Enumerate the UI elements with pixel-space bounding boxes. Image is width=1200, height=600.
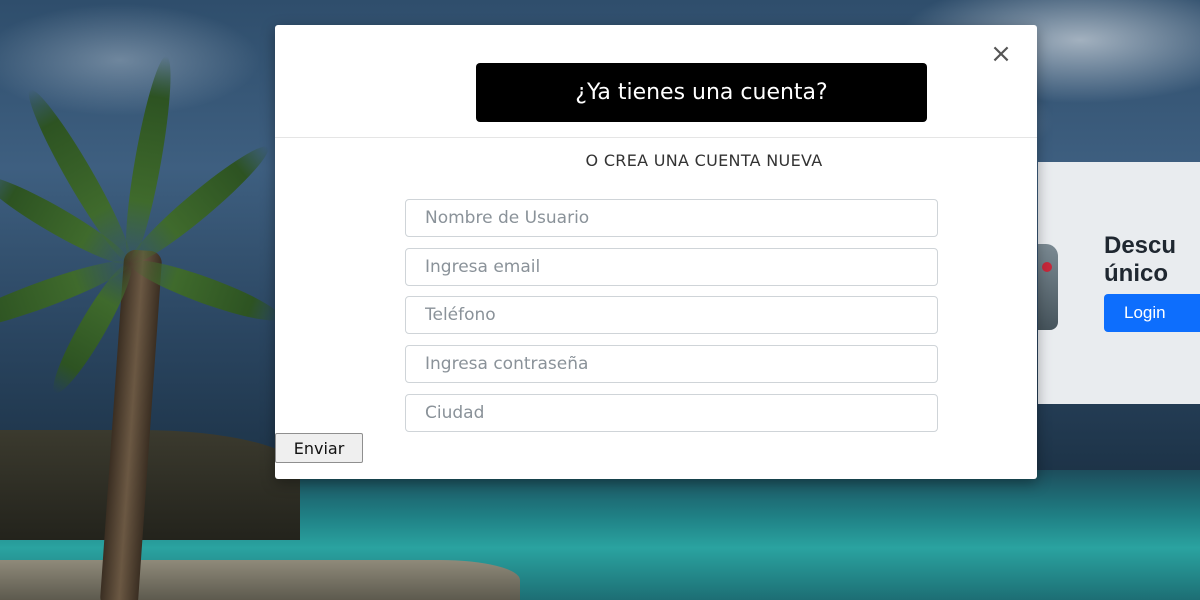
have-account-button[interactable]: ¿Ya tienes una cuenta? (476, 63, 927, 122)
modal-divider (275, 137, 1037, 138)
username-input[interactable] (405, 199, 938, 237)
cliff-background (0, 430, 300, 540)
city-input[interactable] (405, 394, 938, 432)
submit-button[interactable]: Enviar (275, 433, 363, 463)
password-input[interactable] (405, 345, 938, 383)
background-login-button[interactable]: Login (1104, 294, 1200, 332)
mascot-image (1038, 244, 1058, 330)
close-icon[interactable]: × (990, 41, 1012, 67)
shore-background (0, 560, 520, 600)
signup-modal: × ¿Ya tienes una cuenta? O CREA UNA CUEN… (275, 25, 1037, 479)
background-card-title: Descu único (1104, 232, 1177, 287)
phone-input[interactable] (405, 296, 938, 334)
create-account-heading: O CREA UNA CUENTA NUEVA (585, 151, 823, 170)
email-input[interactable] (405, 248, 938, 286)
background-page-card: Descu único Login (1038, 162, 1200, 404)
